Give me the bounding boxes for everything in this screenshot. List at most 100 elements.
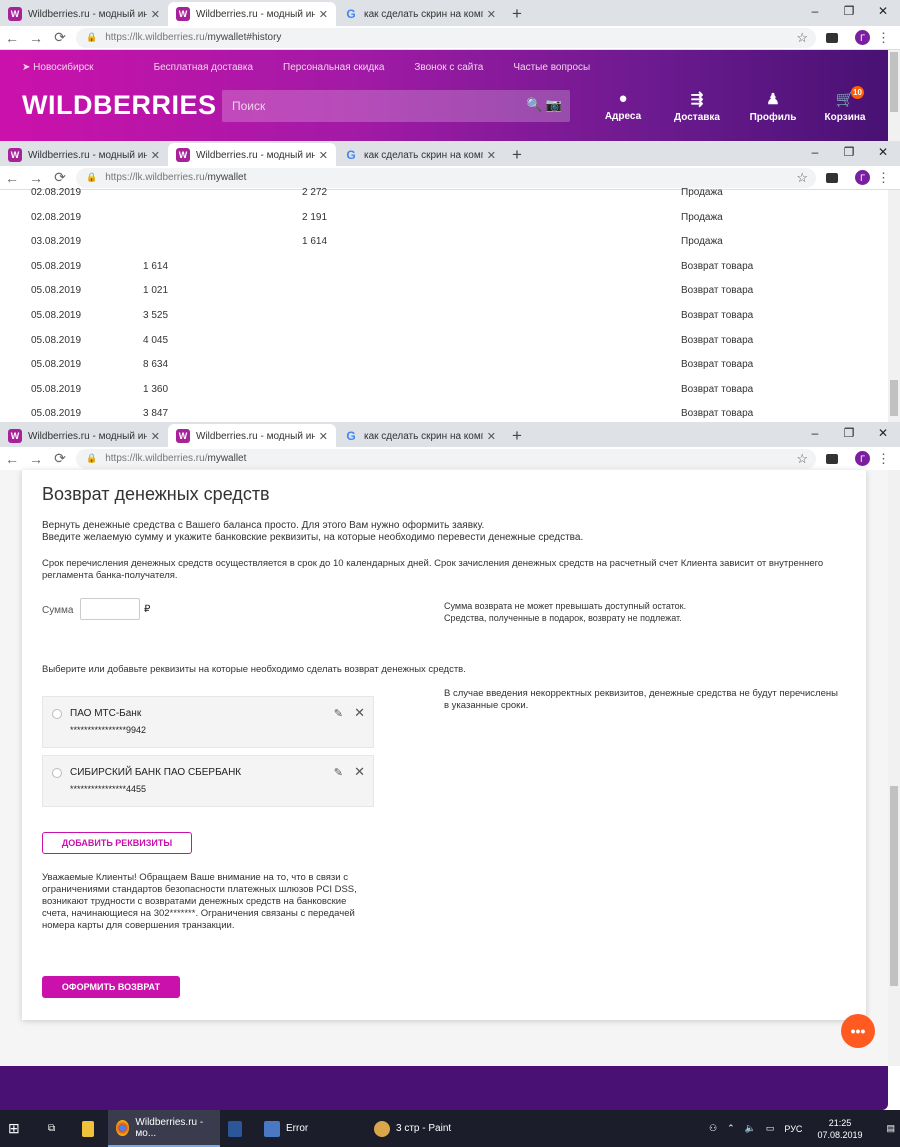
tab-wildberries-2[interactable]: WWildberries.ru - модный интерне✕ — [168, 424, 336, 448]
close-tab-icon[interactable]: ✕ — [151, 8, 160, 21]
volume-icon[interactable]: 🔈 — [745, 1123, 756, 1134]
forward-button[interactable]: → — [24, 30, 48, 46]
reload-button[interactable]: ⟳ — [48, 169, 72, 186]
tab-wildberries-1[interactable]: WWildberries.ru - модный интерне✕ — [0, 2, 168, 26]
extension-icon[interactable] — [826, 453, 838, 464]
submit-refund-button[interactable]: ОФОРМИТЬ ВОЗВРАТ — [42, 976, 180, 998]
notification-icon[interactable]: ▤ — [886, 1123, 895, 1134]
pencil-icon[interactable]: ✎ — [334, 707, 343, 720]
maximize-button[interactable]: ❐ — [832, 141, 866, 167]
chevron-up-icon[interactable]: ⌃ — [727, 1123, 735, 1134]
maximize-button[interactable]: ❐ — [832, 0, 866, 26]
personal-discount-link[interactable]: Персональная скидка — [283, 62, 384, 73]
requisite-card[interactable]: СИБИРСКИЙ БАНК ПАО СБЕРБАНК ************… — [42, 755, 374, 807]
wildberries-logo[interactable]: WILDBERRIES — [22, 90, 217, 121]
forward-button[interactable]: → — [24, 451, 48, 467]
tab-google[interactable]: Gкак сделать скрин на компьюте✕ — [336, 143, 504, 167]
windows-taskbar: ⊞ ⧉ Wildberries.ru - мо... Error 3 стр -… — [0, 1110, 900, 1147]
new-tab-button[interactable]: + — [504, 143, 530, 167]
requisite-card[interactable]: ПАО МТС-Банк ****************9942 ✎ ✕ — [42, 696, 374, 748]
task-view-button[interactable]: ⧉ — [40, 1110, 74, 1147]
profile-button[interactable]: ♟ Профиль — [738, 90, 808, 123]
clock[interactable]: 21:25 07.08.2019 — [812, 1117, 867, 1141]
bookmark-star-icon[interactable]: ☆ — [796, 30, 808, 46]
taskbar-chrome[interactable]: Wildberries.ru - мо... — [108, 1110, 220, 1147]
profile-avatar[interactable]: Г — [855, 30, 870, 45]
amount-input[interactable] — [80, 598, 140, 620]
close-window-button[interactable]: ✕ — [866, 422, 900, 448]
delivery-button[interactable]: ⇶ Доставка — [662, 90, 732, 123]
scrollbar[interactable] — [888, 190, 900, 422]
network-icon[interactable]: ▭ — [766, 1123, 775, 1134]
cart-button[interactable]: 🛒 10 Корзина — [810, 86, 880, 123]
reload-button[interactable]: ⟳ — [48, 29, 72, 46]
close-tab-icon[interactable]: ✕ — [151, 149, 160, 162]
bookmark-star-icon[interactable]: ☆ — [796, 170, 808, 186]
url-input[interactable]: 🔒 https://lk.wildberries.ru/mywallet — [76, 167, 816, 188]
menu-kebab-icon[interactable]: ⋮ — [877, 30, 890, 46]
camera-icon[interactable]: 📷 — [546, 97, 562, 112]
keyboard-language[interactable]: РУС — [784, 1124, 802, 1134]
transaction-debit: 2 272 — [302, 187, 328, 198]
requisite-radio[interactable] — [52, 768, 62, 778]
search-input[interactable]: Поиск 🔍 📷 — [222, 90, 570, 122]
forward-button[interactable]: → — [24, 170, 48, 186]
explorer-button[interactable] — [74, 1110, 108, 1147]
minimize-button[interactable]: – — [798, 0, 832, 26]
new-tab-button[interactable]: + — [504, 424, 530, 448]
close-tab-icon[interactable]: ✕ — [487, 149, 496, 162]
profile-avatar[interactable]: Г — [855, 451, 870, 466]
faq-link[interactable]: Частые вопросы — [513, 62, 590, 73]
new-tab-button[interactable]: + — [504, 2, 530, 26]
close-tab-icon[interactable]: ✕ — [319, 8, 328, 21]
back-button[interactable]: ← — [0, 30, 24, 46]
extension-icon[interactable] — [826, 172, 838, 183]
back-button[interactable]: ← — [0, 170, 24, 186]
tab-wildberries-2[interactable]: WWildberries.ru - модный интерне✕ — [168, 2, 336, 26]
tab-wildberries-2[interactable]: WWildberries.ru - модный интерне✕ — [168, 143, 336, 167]
close-tab-icon[interactable]: ✕ — [319, 149, 328, 162]
maximize-button[interactable]: ❐ — [832, 422, 866, 448]
close-tab-icon[interactable]: ✕ — [151, 430, 160, 443]
bookmark-star-icon[interactable]: ☆ — [796, 451, 808, 467]
url-input[interactable]: 🔒 https://lk.wildberries.ru/mywallet — [76, 448, 816, 469]
tab-wildberries-1[interactable]: WWildberries.ru - модный интерне✕ — [0, 143, 168, 167]
requisite-radio[interactable] — [52, 709, 62, 719]
url-input[interactable]: 🔒 https://lk.wildberries.ru/mywallet#hist… — [76, 27, 816, 48]
chat-bubble-icon[interactable]: ••• — [841, 1014, 875, 1048]
minimize-button[interactable]: – — [798, 422, 832, 448]
taskbar-paint[interactable]: 3 стр - Paint — [366, 1110, 476, 1147]
close-tab-icon[interactable]: ✕ — [487, 8, 496, 21]
scrollbar[interactable] — [888, 50, 900, 143]
add-requisites-button[interactable]: ДОБАВИТЬ РЕКВИЗИТЫ — [42, 832, 192, 854]
taskbar-error-window[interactable]: Error — [256, 1110, 366, 1147]
reload-button[interactable]: ⟳ — [48, 450, 72, 467]
close-tab-icon[interactable]: ✕ — [319, 430, 328, 443]
tab-google[interactable]: Gкак сделать скрин на компьюте✕ — [336, 2, 504, 26]
callback-link[interactable]: Звонок с сайта — [414, 62, 483, 73]
tab-wildberries-1[interactable]: WWildberries.ru - модный интерне✕ — [0, 424, 168, 448]
free-delivery-link[interactable]: Бесплатная доставка — [154, 62, 253, 73]
menu-kebab-icon[interactable]: ⋮ — [877, 451, 890, 467]
close-window-button[interactable]: ✕ — [866, 0, 900, 26]
close-tab-icon[interactable]: ✕ — [487, 430, 496, 443]
scrollbar[interactable] — [888, 470, 900, 1066]
pencil-icon[interactable]: ✎ — [334, 766, 343, 779]
tab-google[interactable]: Gкак сделать скрин на компьюте✕ — [336, 424, 504, 448]
city-link[interactable]: ➤ Новосибирск — [22, 62, 124, 73]
profile-avatar[interactable]: Г — [855, 170, 870, 185]
close-icon[interactable]: ✕ — [354, 764, 365, 780]
extension-icon[interactable] — [826, 32, 838, 43]
start-button[interactable]: ⊞ — [0, 1110, 40, 1147]
tab-strip: WWildberries.ru - модный интерне✕ WWildb… — [0, 422, 900, 448]
minimize-button[interactable]: – — [798, 141, 832, 167]
people-icon[interactable]: ⚇ — [709, 1123, 717, 1134]
close-window-button[interactable]: ✕ — [866, 141, 900, 167]
back-button[interactable]: ← — [0, 451, 24, 467]
close-icon[interactable]: ✕ — [354, 705, 365, 721]
search-icon[interactable]: 🔍 — [526, 97, 542, 112]
menu-kebab-icon[interactable]: ⋮ — [877, 170, 890, 186]
taskbar-word[interactable] — [220, 1110, 256, 1147]
addresses-button[interactable]: ● Адреса — [588, 90, 658, 122]
transaction-credit: 4 045 — [143, 334, 169, 346]
